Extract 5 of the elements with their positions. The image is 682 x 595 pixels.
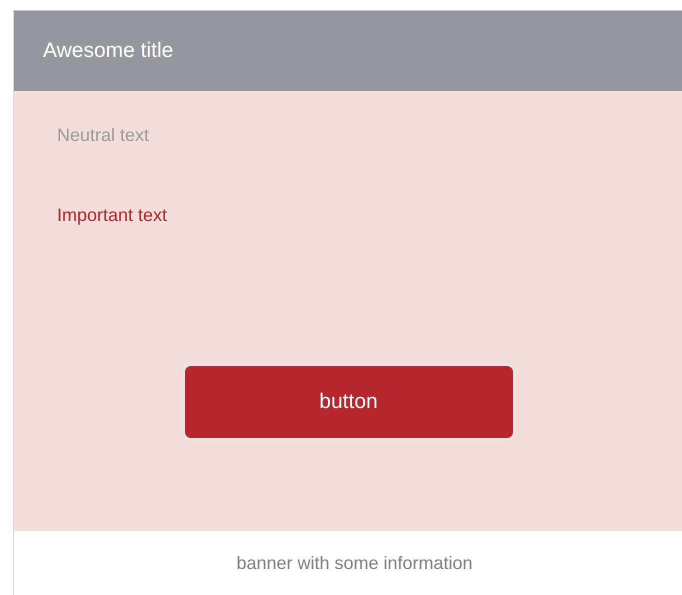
page-title: Awesome title (43, 39, 174, 63)
important-text: Important text (57, 205, 168, 225)
banner-text: banner with some information (236, 552, 473, 574)
neutral-text: Neutral text (57, 125, 150, 145)
primary-button[interactable]: button (184, 366, 512, 438)
